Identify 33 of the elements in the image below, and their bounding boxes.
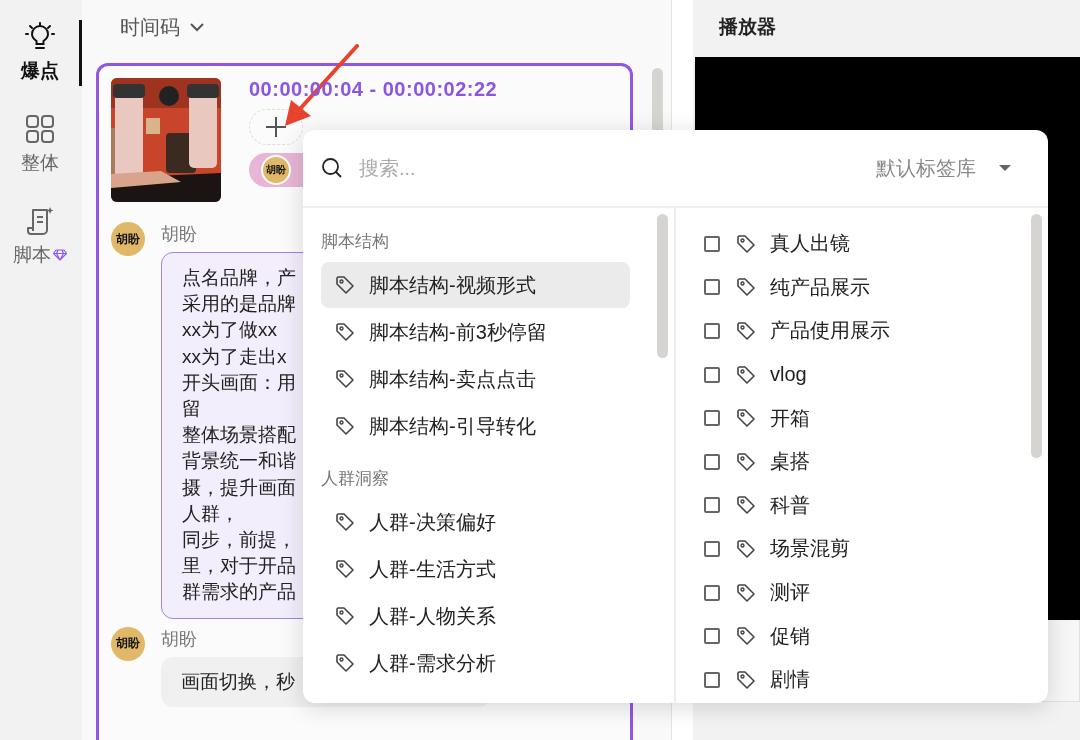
comment-text: 群需求的产品 bbox=[182, 580, 296, 605]
comment-text: 采用的是品牌 bbox=[182, 292, 296, 317]
tag-label: 桌搭 bbox=[770, 449, 810, 475]
comment-text: 整体场景搭配 bbox=[182, 423, 296, 448]
comment-text: xx为了走出x bbox=[182, 344, 287, 369]
group-heading: 脚本结构 bbox=[321, 231, 390, 253]
comment-text: 点名品牌，产 bbox=[182, 266, 296, 290]
panel-title: 播放器 bbox=[717, 15, 777, 39]
author-name: 胡盼 bbox=[161, 223, 197, 246]
tag-label: 剧情 bbox=[770, 667, 810, 693]
tag-label: 纯产品展示 bbox=[770, 274, 870, 300]
tag-label: vlog bbox=[770, 363, 807, 387]
author-name: 胡盼 bbox=[161, 627, 197, 651]
comment-text: 人群， bbox=[182, 501, 239, 526]
tag-label: 场景混剪 bbox=[770, 536, 850, 562]
user-avatar: 胡盼 bbox=[111, 222, 145, 256]
user-avatar: 胡盼 bbox=[111, 626, 145, 661]
comment-text: 开头画面：用 bbox=[182, 370, 296, 395]
tag-label: 测评 bbox=[770, 580, 810, 606]
comment-text: 画面切换，秒 bbox=[181, 669, 295, 694]
user-avatar: 胡盼 bbox=[261, 155, 291, 185]
comment-text: 同步，前提， bbox=[182, 528, 296, 553]
comment-text: 摄，提升画面 bbox=[182, 475, 296, 500]
group-heading: 人群洞察 bbox=[321, 468, 390, 490]
tag-label: 开箱 bbox=[770, 405, 810, 431]
tag-label: 产品使用展示 bbox=[770, 318, 890, 344]
tag-label: 促销 bbox=[770, 623, 810, 649]
comment-text: 里，对于开品 bbox=[182, 554, 296, 579]
comment-text: 留 bbox=[182, 397, 201, 421]
comment-text: 背景统一和谐 bbox=[182, 449, 296, 474]
comment-text: xx为了做xx bbox=[182, 318, 277, 343]
tag-label: 科普 bbox=[770, 492, 810, 518]
tag-label: 真人出镜 bbox=[770, 231, 850, 257]
